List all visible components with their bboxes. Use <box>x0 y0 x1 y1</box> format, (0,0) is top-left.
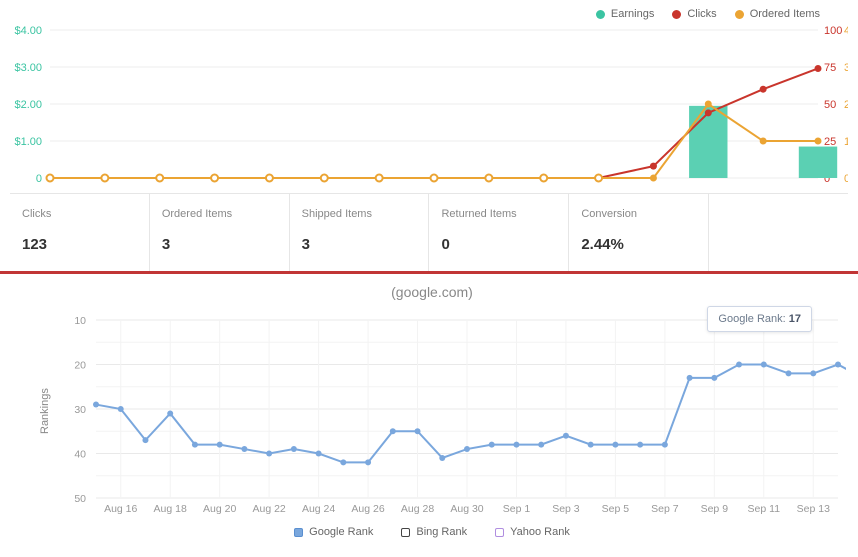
svg-text:Aug 22: Aug 22 <box>252 503 285 515</box>
svg-text:Aug 26: Aug 26 <box>351 503 384 515</box>
svg-text:Sep 1: Sep 1 <box>503 503 531 515</box>
svg-text:100: 100 <box>824 25 842 37</box>
stats-row: Clicks 123 Ordered Items 3 Shipped Items… <box>10 193 848 271</box>
rankings-panel: (google.com) Google Rank: 17 10 20 30 40 50 R… <box>0 274 858 548</box>
stat-empty <box>709 194 848 271</box>
stat-ordered: Ordered Items 3 <box>150 194 290 271</box>
svg-text:$3.00: $3.00 <box>14 62 42 74</box>
legend-label: Bing Rank <box>416 526 467 538</box>
stat-clicks: Clicks 123 <box>10 194 150 271</box>
legend-label: Clicks <box>687 8 716 20</box>
stat-conversion: Conversion 2.44% <box>569 194 709 271</box>
clicks-swatch-icon <box>672 10 681 19</box>
stat-value: 2.44% <box>581 236 696 253</box>
earnings-chart: Earnings Clicks Ordered Items 0 $1.00 $2.0… <box>10 8 848 193</box>
svg-text:Sep 5: Sep 5 <box>602 503 630 515</box>
svg-text:Aug 20: Aug 20 <box>203 503 236 515</box>
stat-label: Ordered Items <box>162 208 277 220</box>
stat-label: Conversion <box>581 208 696 220</box>
svg-text:40: 40 <box>74 449 86 461</box>
svg-text:30: 30 <box>74 404 86 416</box>
legend-label: Google Rank <box>309 526 373 538</box>
legend-earnings[interactable]: Earnings <box>596 8 654 20</box>
svg-text:20: 20 <box>74 360 86 372</box>
svg-text:0: 0 <box>844 173 848 185</box>
svg-text:25: 25 <box>824 136 836 148</box>
ordered-swatch-icon <box>735 10 744 19</box>
legend-label: Earnings <box>611 8 654 20</box>
stat-value: 3 <box>162 236 277 253</box>
stat-value: 3 <box>302 236 417 253</box>
bing-swatch-icon <box>401 528 410 537</box>
legend-label: Yahoo Rank <box>510 526 570 538</box>
earnings-panel: Earnings Clicks Ordered Items 0 $1.00 $2.0… <box>0 0 858 271</box>
svg-text:Sep 9: Sep 9 <box>701 503 729 515</box>
svg-text:$4.00: $4.00 <box>14 25 42 37</box>
yahoo-swatch-icon <box>495 528 504 537</box>
stat-label: Returned Items <box>441 208 556 220</box>
google-swatch-icon <box>294 528 303 537</box>
svg-text:Aug 30: Aug 30 <box>450 503 483 515</box>
stat-value: 0 <box>441 236 556 253</box>
chart-legend: Earnings Clicks Ordered Items <box>596 8 820 20</box>
svg-text:50: 50 <box>74 493 86 505</box>
svg-text:Sep 3: Sep 3 <box>552 503 580 515</box>
stat-returned: Returned Items 0 <box>429 194 569 271</box>
stat-shipped: Shipped Items 3 <box>290 194 430 271</box>
svg-text:Aug 18: Aug 18 <box>154 503 187 515</box>
svg-text:$1.00: $1.00 <box>14 136 42 148</box>
svg-text:Aug 28: Aug 28 <box>401 503 434 515</box>
tooltip-value: 17 <box>789 313 801 325</box>
svg-text:0: 0 <box>36 173 42 185</box>
svg-text:Sep 13: Sep 13 <box>797 503 830 515</box>
svg-text:1: 1 <box>844 136 848 148</box>
legend-clicks[interactable]: Clicks <box>672 8 716 20</box>
legend-label: Ordered Items <box>750 8 820 20</box>
svg-text:50: 50 <box>824 99 836 111</box>
svg-text:10: 10 <box>74 315 86 327</box>
svg-text:75: 75 <box>824 62 836 74</box>
rank-legend: Google Rank Bing Rank Yahoo Rank <box>18 526 846 538</box>
legend-bing[interactable]: Bing Rank <box>401 526 467 538</box>
svg-text:3: 3 <box>844 62 848 74</box>
earnings-chart-svg: 0$1.00$2.00$3.00$4.00025507510001234 <box>10 8 848 193</box>
rankings-chart: Google Rank: 17 10 20 30 40 50 Rankings Aug 16… <box>18 302 846 520</box>
stat-label: Shipped Items <box>302 208 417 220</box>
legend-google[interactable]: Google Rank <box>294 526 373 538</box>
svg-text:Aug 24: Aug 24 <box>302 503 335 515</box>
svg-text:Sep 11: Sep 11 <box>748 503 781 515</box>
svg-text:Sep 7: Sep 7 <box>651 503 679 515</box>
svg-text:2: 2 <box>844 99 848 111</box>
tooltip-label: Google Rank: <box>718 313 785 325</box>
legend-yahoo[interactable]: Yahoo Rank <box>495 526 570 538</box>
rank-chart-svg: 10 20 30 40 50 Rankings Aug 16 Aug 18 Aug 20 Aug … <box>18 302 846 520</box>
stat-value: 123 <box>22 236 137 253</box>
svg-text:$2.00: $2.00 <box>14 99 42 111</box>
earnings-swatch-icon <box>596 10 605 19</box>
rank-chart-title: (google.com) <box>18 284 846 300</box>
svg-text:Rankings: Rankings <box>39 388 51 434</box>
svg-text:4: 4 <box>844 25 848 37</box>
legend-ordered[interactable]: Ordered Items <box>735 8 820 20</box>
stat-label: Clicks <box>22 208 137 220</box>
svg-text:Aug 16: Aug 16 <box>104 503 137 515</box>
rank-tooltip: Google Rank: 17 <box>707 306 812 332</box>
